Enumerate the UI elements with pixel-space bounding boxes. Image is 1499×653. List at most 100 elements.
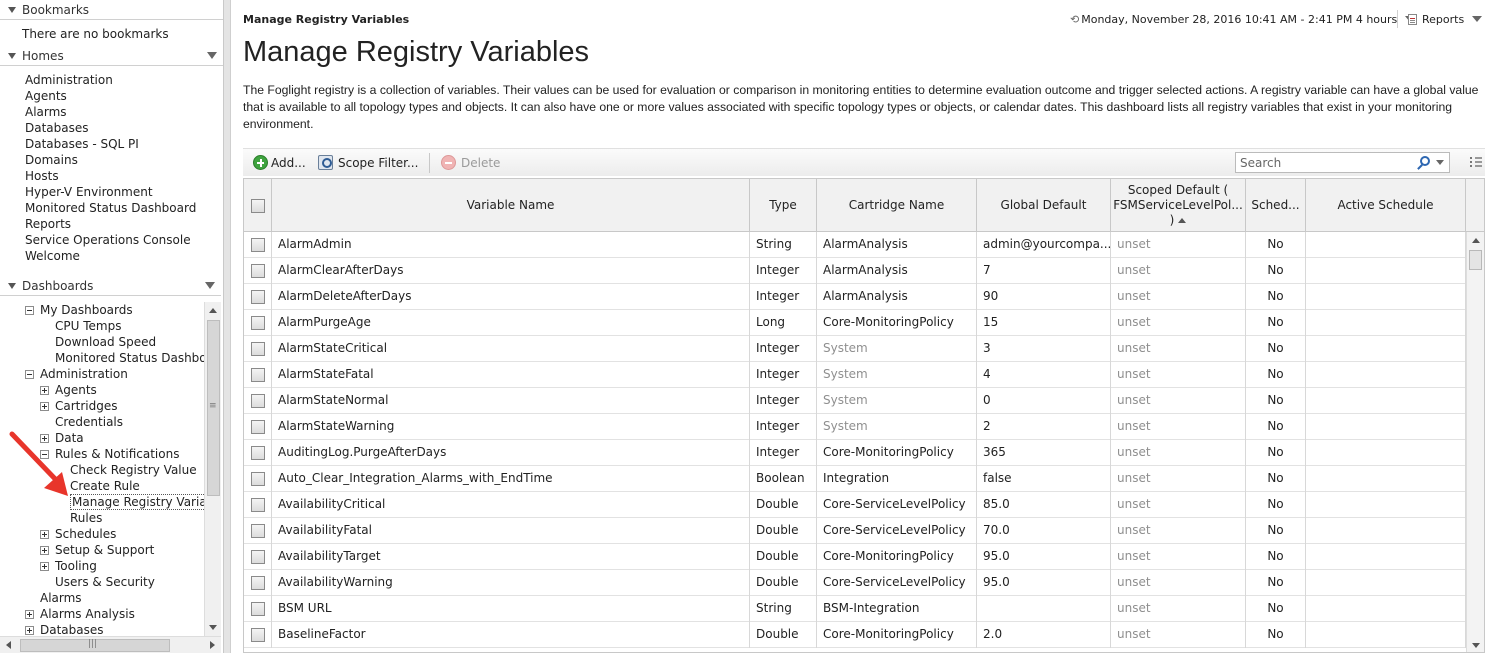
dashboards-header[interactable]: Dashboards: [0, 276, 221, 296]
scope-filter-button[interactable]: Scope Filter...: [318, 154, 418, 172]
view-options-icon[interactable]: [1470, 157, 1482, 167]
filter-icon[interactable]: [205, 282, 215, 289]
home-link[interactable]: Welcome: [25, 248, 223, 264]
row-checkbox[interactable]: [250, 550, 265, 564]
row-checkbox[interactable]: [250, 420, 265, 434]
scroll-right-icon[interactable]: [210, 641, 215, 649]
expand-icon[interactable]: [40, 530, 49, 539]
table-row[interactable]: AlarmStateNormal Integer System 0 unset No: [244, 388, 1466, 414]
tree-item[interactable]: Download Speed: [55, 334, 156, 350]
row-checkbox[interactable]: [250, 446, 265, 460]
tree-item[interactable]: Databases: [25, 622, 104, 636]
column-header-scheduled[interactable]: Sched...: [1246, 179, 1306, 232]
expand-icon[interactable]: [25, 626, 34, 635]
home-link[interactable]: Reports: [25, 216, 223, 232]
table-row[interactable]: AvailabilityFatal Double Core-ServiceLevel…: [244, 518, 1466, 544]
tree-item[interactable]: Check Registry Value: [70, 462, 197, 478]
table-row[interactable]: BSM URL String BSM-Integration unset No: [244, 596, 1466, 622]
home-link[interactable]: Databases: [25, 120, 223, 136]
search-field[interactable]: [1235, 152, 1450, 173]
home-link[interactable]: Administration: [25, 72, 223, 88]
row-checkbox[interactable]: [250, 394, 265, 408]
table-row[interactable]: AlarmAdmin String AlarmAnalysis admin@yourc…: [244, 232, 1466, 258]
home-link[interactable]: Alarms: [25, 104, 223, 120]
table-row[interactable]: Auto_Clear_Integration_Alarms_with_EndTi…: [244, 466, 1466, 492]
expand-icon[interactable]: [40, 546, 49, 555]
expand-icon[interactable]: [40, 386, 49, 395]
table-row[interactable]: AvailabilityWarning Double Core-ServiceLev…: [244, 570, 1466, 596]
row-checkbox[interactable]: [250, 342, 265, 356]
chevron-down-icon[interactable]: [1436, 160, 1444, 165]
row-checkbox[interactable]: [250, 498, 265, 512]
expand-icon[interactable]: [40, 562, 49, 571]
home-link[interactable]: Service Operations Console: [25, 232, 223, 248]
time-range-selector[interactable]: ⟲ Monday, November 28, 2016 10:41 AM - 2:…: [1070, 13, 1416, 26]
scroll-thumb[interactable]: [1469, 250, 1482, 270]
row-checkbox[interactable]: [250, 628, 265, 642]
table-row[interactable]: AvailabilityCritical Double Core-ServiceLe…: [244, 492, 1466, 518]
filter-icon[interactable]: [207, 52, 217, 59]
scroll-up-icon[interactable]: [1472, 238, 1480, 243]
tree-item[interactable]: Users & Security: [55, 574, 155, 590]
home-link[interactable]: Domains: [25, 152, 223, 168]
delete-button[interactable]: Delete: [441, 154, 500, 172]
row-checkbox[interactable]: [250, 524, 265, 538]
scroll-left-icon[interactable]: [6, 641, 11, 649]
tree-item[interactable]: Tooling: [40, 558, 97, 574]
collapse-icon[interactable]: [40, 450, 49, 459]
expand-icon[interactable]: [40, 402, 49, 411]
row-checkbox[interactable]: [250, 602, 265, 616]
table-row[interactable]: AlarmDeleteAfterDays Integer AlarmAnalysis…: [244, 284, 1466, 310]
column-header-type[interactable]: Type: [750, 179, 817, 232]
collapse-icon[interactable]: [25, 306, 34, 315]
tree-item[interactable]: Schedules: [40, 526, 116, 542]
tree-item[interactable]: Alarms: [40, 590, 82, 606]
row-checkbox[interactable]: [250, 290, 265, 304]
bookmarks-header[interactable]: Bookmarks: [0, 0, 223, 20]
home-link[interactable]: Hyper-V Environment: [25, 184, 223, 200]
table-row[interactable]: AvailabilityTarget Double Core-MonitoringP…: [244, 544, 1466, 570]
add-button[interactable]: Add...: [253, 154, 306, 172]
scroll-up-icon[interactable]: [209, 308, 217, 313]
row-checkbox[interactable]: [250, 472, 265, 486]
search-input[interactable]: [1238, 155, 1408, 170]
tree-item[interactable]: Manage Registry Variabl: [70, 494, 205, 510]
row-checkbox[interactable]: [250, 368, 265, 382]
table-vertical-scrollbar[interactable]: [1466, 232, 1484, 652]
tree-item[interactable]: Data: [40, 430, 84, 446]
tree-item[interactable]: Alarms Analysis: [25, 606, 135, 622]
row-checkbox[interactable]: [250, 238, 265, 252]
home-link[interactable]: Databases - SQL PI: [25, 136, 223, 152]
reports-button[interactable]: Reports: [1408, 13, 1483, 26]
expand-icon[interactable]: [40, 434, 49, 443]
nav-horizontal-scrollbar[interactable]: |||: [0, 636, 221, 653]
column-header-global-default[interactable]: Global Default: [977, 179, 1111, 232]
row-checkbox[interactable]: [250, 316, 265, 330]
tree-item[interactable]: Cartridges: [40, 398, 118, 414]
nav-vertical-scrollbar[interactable]: ≡: [204, 302, 221, 636]
scroll-down-icon[interactable]: [1472, 643, 1480, 648]
home-link[interactable]: Monitored Status Dashboard: [25, 200, 223, 216]
tree-item[interactable]: Agents: [40, 382, 97, 398]
table-row[interactable]: AlarmStateFatal Integer System 4 unset No: [244, 362, 1466, 388]
search-icon[interactable]: [1420, 156, 1430, 166]
tree-item[interactable]: Rules: [70, 510, 102, 526]
table-row[interactable]: AlarmPurgeAge Long Core-MonitoringPolicy 15…: [244, 310, 1466, 336]
home-link[interactable]: Agents: [25, 88, 223, 104]
tree-item[interactable]: Setup & Support: [40, 542, 154, 558]
collapse-icon[interactable]: [25, 370, 34, 379]
table-row[interactable]: AlarmStateCritical Integer System 3 unset No: [244, 336, 1466, 362]
column-header-cartridge-name[interactable]: Cartridge Name: [817, 179, 977, 232]
table-row[interactable]: AuditingLog.PurgeAfterDays Integer Core-Mo…: [244, 440, 1466, 466]
table-row[interactable]: BaselineFactor Double Core-MonitoringPolic…: [244, 622, 1466, 648]
tree-item[interactable]: Administration: [25, 366, 128, 382]
row-checkbox[interactable]: [250, 264, 265, 278]
scroll-down-icon[interactable]: [209, 625, 217, 630]
tree-item[interactable]: Rules & Notifications: [40, 446, 179, 462]
panel-splitter[interactable]: [224, 0, 231, 653]
select-all-checkbox[interactable]: [250, 198, 265, 213]
tree-item[interactable]: Credentials: [55, 414, 123, 430]
expand-icon[interactable]: [25, 610, 34, 619]
homes-header[interactable]: Homes: [0, 46, 223, 66]
tree-item[interactable]: My Dashboards: [25, 302, 133, 318]
